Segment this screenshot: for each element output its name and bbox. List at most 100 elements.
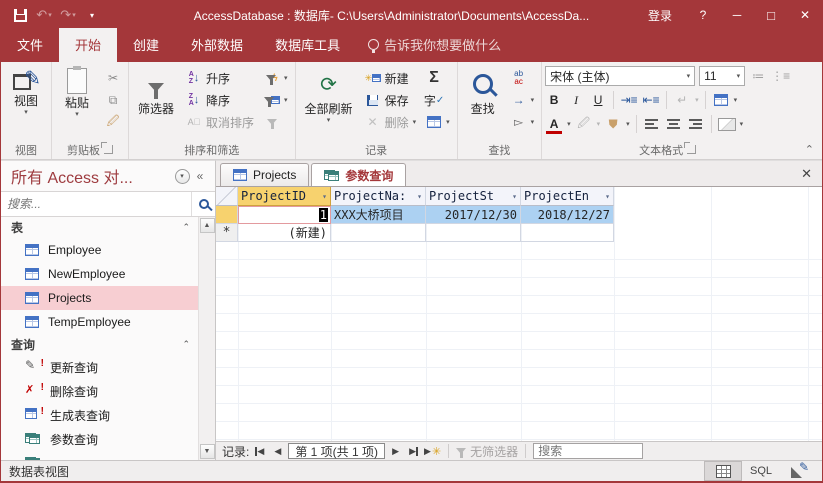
column-header-projectname[interactable]: ProjectNa:▾ (331, 187, 426, 206)
first-record-icon[interactable]: ◀ (252, 444, 267, 459)
cell-projectstart[interactable]: 2017/12/30 (426, 206, 521, 224)
nav-item-projects[interactable]: Projects (1, 286, 198, 310)
text-direction-icon[interactable]: ↵ (673, 91, 691, 109)
new-blank-record-icon[interactable]: ▶✳ (424, 444, 441, 459)
gridlines-icon[interactable] (712, 91, 730, 109)
column-dropdown-icon[interactable]: ▾ (512, 192, 517, 201)
font-color-button[interactable]: A (545, 115, 563, 133)
goto-button[interactable]: →▾ (507, 89, 539, 111)
previous-record-icon[interactable]: ◀ (270, 444, 285, 459)
new-record-button[interactable]: ✳ 新建 (361, 67, 421, 89)
nav-item-partial[interactable] (1, 451, 198, 460)
column-dropdown-icon[interactable]: ▾ (322, 192, 327, 201)
nav-scrollbar[interactable]: ▲ ▼ (198, 217, 215, 460)
align-center-icon[interactable] (665, 115, 683, 133)
filter-button[interactable]: 筛选器 (132, 65, 180, 137)
cell-effects-icon[interactable] (718, 118, 736, 131)
remove-sort-button[interactable]: A⃠ 取消排序 (182, 111, 258, 133)
delete-record-button[interactable]: ✕ 删除▾ (361, 111, 421, 133)
save-record-button[interactable]: 保存 (361, 89, 421, 111)
advanced-filter-button[interactable]: ϟ▾ (260, 67, 292, 89)
next-record-icon[interactable]: ▶ (388, 444, 403, 459)
scroll-up-icon[interactable]: ▲ (200, 218, 215, 233)
row-selector-new[interactable]: * (216, 224, 238, 242)
underline-button[interactable]: U (589, 91, 607, 109)
font-name-combo[interactable]: 宋体 (主体)▾ (545, 66, 695, 86)
nav-pane-menu-icon[interactable]: ▾ (173, 167, 191, 185)
tab-home[interactable]: 开始 (59, 28, 117, 62)
cell-new-record[interactable]: (新建) (238, 224, 331, 242)
nav-search-icon[interactable] (191, 192, 215, 216)
align-left-icon[interactable] (643, 115, 661, 133)
tab-file[interactable]: 文件 (1, 28, 59, 62)
cell-empty[interactable] (426, 224, 521, 242)
tell-me-box[interactable]: 告诉我你想要做什么 (356, 28, 513, 62)
replace-button[interactable]: abac (507, 67, 539, 89)
text-format-dialog-launcher[interactable] (687, 145, 696, 154)
help-button[interactable]: ? (686, 0, 720, 30)
close-document-icon[interactable]: ✕ (801, 166, 812, 182)
undo-icon[interactable]: ↶▾ (33, 4, 55, 26)
save-icon[interactable] (9, 4, 31, 26)
nav-search-input[interactable] (1, 192, 191, 216)
bold-button[interactable]: B (545, 91, 563, 109)
record-search-input[interactable] (534, 444, 642, 458)
increase-indent-icon[interactable]: ⇥≡ (620, 91, 638, 109)
refresh-all-button[interactable]: ⟳ 全部刷新 ▾ (299, 65, 359, 137)
spelling-button[interactable]: 字✓ (422, 89, 454, 111)
italic-button[interactable]: I (567, 91, 585, 109)
datasheet-view-button[interactable] (704, 461, 742, 481)
sql-view-button[interactable]: SQL (742, 461, 780, 481)
toggle-filter-button[interactable] (260, 111, 292, 133)
cell-projectname[interactable]: XXX大桥项目 (331, 206, 426, 224)
sign-in-button[interactable]: 登录 (634, 7, 686, 24)
nav-item-newemployee[interactable]: NewEmployee (1, 262, 198, 286)
nav-item-parameter-query[interactable]: 参数查询 (1, 427, 198, 451)
record-position[interactable]: 第 1 项(共 1 项) (288, 443, 385, 459)
nav-item-update-query[interactable]: ✎! 更新查询 (1, 355, 198, 379)
tab-database-tools[interactable]: 数据库工具 (259, 28, 356, 62)
cut-button[interactable]: ✂ (101, 67, 125, 89)
bullets-icon[interactable]: ≔ (749, 67, 767, 85)
tab-external-data[interactable]: 外部数据 (175, 28, 259, 62)
scroll-down-icon[interactable]: ▼ (200, 444, 215, 459)
nav-item-employee[interactable]: Employee (1, 238, 198, 262)
nav-item-make-table-query[interactable]: ! 生成表查询 (1, 403, 198, 427)
select-button[interactable]: ▻▾ (507, 111, 539, 133)
record-search-box[interactable] (533, 443, 643, 459)
clipboard-dialog-launcher[interactable] (104, 145, 113, 154)
column-dropdown-icon[interactable]: ▾ (417, 192, 422, 201)
copy-button[interactable]: ⧉ (101, 89, 125, 111)
column-header-projectend[interactable]: ProjectEn▾ (521, 187, 614, 206)
advanced-filter-options-button[interactable]: ▾ (260, 89, 292, 111)
redo-icon[interactable]: ↷▾ (57, 4, 79, 26)
cell-projectid-editing[interactable]: 1 (238, 206, 331, 224)
align-right-icon[interactable] (687, 115, 705, 133)
maximize-button[interactable]: □ (754, 0, 788, 30)
column-dropdown-icon[interactable]: ▾ (605, 192, 610, 201)
nav-group-tables[interactable]: 表⌃ (1, 217, 198, 238)
highlight-color-icon[interactable]: 🖉 (575, 115, 593, 133)
column-header-projectid[interactable]: ProjectID▾ (238, 187, 331, 206)
tab-create[interactable]: 创建 (117, 28, 175, 62)
more-button[interactable]: ▾ (422, 111, 454, 133)
background-color-icon[interactable]: ⛊ (604, 115, 622, 133)
close-button[interactable]: ✕ (788, 0, 822, 30)
no-filter-button[interactable]: 无筛选器 (456, 443, 518, 460)
tab-projects-table[interactable]: Projects (220, 163, 309, 186)
nav-pane-shutter-icon[interactable]: « (191, 167, 209, 185)
font-size-combo[interactable]: 11▾ (699, 66, 745, 86)
totals-button[interactable]: Σ (422, 67, 454, 89)
customize-qat-icon[interactable]: ▾ (81, 4, 103, 26)
tab-parameter-query[interactable]: 参数查询 (311, 163, 406, 186)
find-button[interactable]: 查找 (461, 65, 505, 137)
minimize-button[interactable]: ─ (720, 0, 754, 30)
descending-button[interactable]: ZA↓ 降序 (182, 89, 258, 111)
paste-button[interactable]: 粘贴 ▾ (55, 65, 99, 137)
nav-group-queries[interactable]: 查询⌃ (1, 334, 198, 355)
numbering-icon[interactable]: ⋮≡ (771, 67, 790, 85)
nav-item-tempemployee[interactable]: TempEmployee (1, 310, 198, 334)
column-header-projectstart[interactable]: ProjectSt▾ (426, 187, 521, 206)
cell-empty[interactable] (331, 224, 426, 242)
ascending-button[interactable]: AZ↓ 升序 (182, 67, 258, 89)
